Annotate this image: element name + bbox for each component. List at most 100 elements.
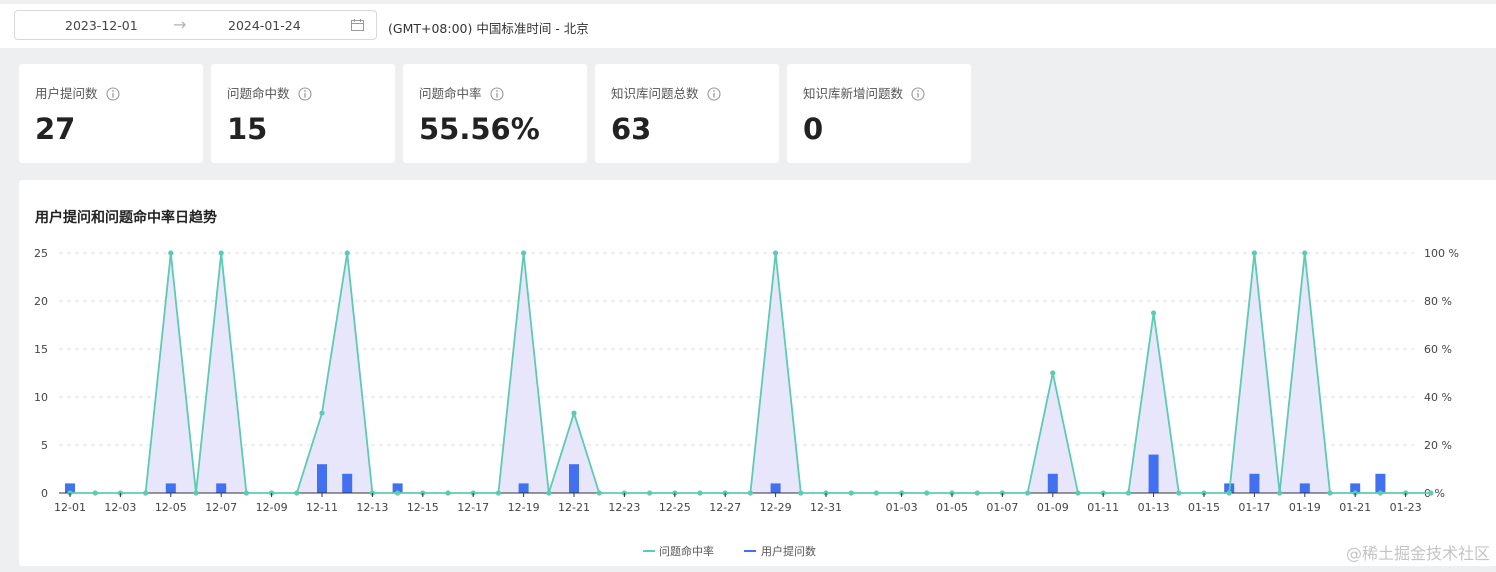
x-tick-label: 01-21 bbox=[1339, 501, 1371, 514]
hit-rate-point bbox=[218, 250, 224, 256]
hit-rate-point bbox=[1176, 490, 1182, 496]
hit-rate-point bbox=[445, 490, 451, 496]
hit-rate-line bbox=[70, 252, 1431, 494]
hit-rate-point bbox=[848, 490, 854, 496]
question-count-bar bbox=[1047, 473, 1058, 493]
y-right-tick-label: 60 % bbox=[1424, 343, 1452, 356]
x-tick-label: 01-11 bbox=[1087, 501, 1119, 514]
hit-rate-point bbox=[596, 490, 602, 496]
hit-rate-point bbox=[193, 490, 199, 496]
question-count-bar bbox=[569, 464, 579, 493]
y-left-tick-label: 5 bbox=[41, 439, 48, 452]
y-left-tick-label: 15 bbox=[34, 343, 48, 356]
stat-value: 27 bbox=[35, 112, 76, 146]
x-tick-label: 01-23 bbox=[1390, 501, 1422, 514]
question-count-bar bbox=[1375, 473, 1386, 493]
x-tick-label: 12-27 bbox=[709, 501, 741, 514]
info-icon[interactable] bbox=[489, 87, 504, 101]
hit-rate-point bbox=[168, 250, 174, 256]
hit-rate-point bbox=[873, 490, 880, 496]
y-left-tick-label: 10 bbox=[34, 391, 48, 404]
stat-label: 知识库问题总数 bbox=[611, 86, 699, 101]
hit-rate-point bbox=[344, 250, 350, 256]
hit-rate-point bbox=[495, 490, 501, 496]
x-tick-label: 01-13 bbox=[1138, 501, 1170, 514]
trend-chart: 05101520250 %20 %40 %60 %80 %100 %12-01 1… bbox=[34, 247, 1459, 558]
x-tick-label: 12-13 bbox=[356, 501, 388, 514]
start-date[interactable]: 2023-12-01 bbox=[65, 18, 138, 33]
x-tick-label: 12-15 bbox=[407, 501, 439, 514]
arrow-right-icon: → bbox=[173, 15, 187, 34]
x-tick-label: 12-17 bbox=[457, 501, 489, 514]
hit-rate-point bbox=[1025, 490, 1031, 496]
hit-rate-point bbox=[798, 490, 804, 496]
x-tick-label: 01-09 bbox=[1037, 501, 1069, 514]
date-range-picker[interactable]: 2023-12-01 → 2024-01-24 bbox=[14, 10, 377, 40]
stat-value: 55.56% bbox=[419, 112, 540, 146]
question-count-bar bbox=[317, 464, 327, 493]
hit-rate-point bbox=[1151, 310, 1157, 316]
x-tick-label: 12-29 bbox=[760, 501, 792, 514]
info-icon[interactable] bbox=[105, 87, 120, 101]
hit-rate-point bbox=[294, 490, 300, 496]
hit-rate-point bbox=[697, 490, 703, 496]
y-left-tick-label: 20 bbox=[34, 295, 48, 308]
info-icon[interactable] bbox=[911, 87, 925, 101]
hit-rate-point bbox=[1302, 250, 1308, 256]
hit-rate-point bbox=[647, 490, 653, 496]
x-tick-label: 12-11 bbox=[306, 501, 338, 514]
end-date[interactable]: 2024-01-24 bbox=[228, 18, 301, 33]
hit-rate-area bbox=[70, 253, 1431, 493]
hit-rate-point bbox=[1075, 490, 1081, 496]
x-tick-label: 01-07 bbox=[986, 501, 1018, 514]
calendar-icon[interactable] bbox=[351, 19, 364, 31]
stat-card-hit-rate: 问题命中率 55.56% bbox=[403, 64, 587, 163]
x-tick-label: 01-15 bbox=[1188, 501, 1220, 514]
stat-value: 15 bbox=[227, 112, 268, 146]
trend-chart-panel: 用户提问和问题命中率日趋势 0 5 10 15 20 25 0 % 20 % 40 % 60 % 8… bbox=[19, 180, 1496, 566]
hit-rate-point bbox=[521, 250, 527, 256]
hit-rate-point bbox=[1050, 370, 1056, 376]
hit-rate-point bbox=[243, 490, 249, 496]
x-tick-label: 12-01 bbox=[54, 501, 86, 514]
y-left-tick-label: 25 bbox=[34, 247, 48, 260]
hit-rate-point bbox=[747, 490, 754, 496]
legend-question-count-label: 用户提问数 bbox=[761, 544, 816, 558]
y-right-tick-label: 100 % bbox=[1424, 247, 1459, 260]
question-count-bar bbox=[342, 473, 353, 493]
y-right-tick-label: 20 % bbox=[1424, 439, 1452, 452]
hit-rate-point bbox=[1277, 490, 1283, 496]
stat-value: 63 bbox=[611, 112, 652, 146]
x-tick-label: 01-17 bbox=[1238, 501, 1270, 514]
hit-rate-point bbox=[1251, 250, 1257, 256]
hit-rate-point bbox=[395, 490, 401, 496]
x-tick-label: 12-19 bbox=[508, 501, 540, 514]
hit-rate-point bbox=[974, 490, 980, 496]
info-icon[interactable] bbox=[706, 87, 721, 101]
hit-rate-point bbox=[924, 490, 930, 496]
stat-value: 0 bbox=[803, 112, 824, 146]
stat-card-user-questions: 用户提问数 27 bbox=[19, 64, 203, 163]
x-tick-label: 12-09 bbox=[256, 501, 288, 514]
question-count-bar bbox=[1249, 473, 1260, 493]
stat-card-question-hits: 问题命中数 15 bbox=[211, 64, 395, 163]
hit-rate-point bbox=[571, 410, 577, 416]
timezone-label[interactable]: (GMT+08:00) 中国标准时间 - 北京 bbox=[388, 18, 589, 37]
question-count-bar bbox=[165, 483, 176, 493]
question-count-bar bbox=[216, 483, 227, 493]
hit-rate-point bbox=[143, 490, 149, 496]
x-tick-label: 01-19 bbox=[1289, 501, 1321, 514]
hit-rate-point bbox=[92, 490, 98, 496]
stat-card-kb-total: 知识库问题总数 63 bbox=[595, 64, 779, 163]
stat-label: 问题命中率 bbox=[419, 86, 482, 101]
hit-rate-point bbox=[1428, 490, 1434, 496]
hit-rate-point bbox=[1327, 490, 1333, 496]
x-tick-label: 12-31 bbox=[810, 501, 842, 514]
info-icon[interactable] bbox=[297, 87, 312, 101]
stat-label: 知识库新增问题数 bbox=[803, 86, 904, 101]
hit-rate-point bbox=[1377, 490, 1383, 496]
hit-rate-point bbox=[1226, 490, 1232, 496]
legend-hit-rate-label: 问题命中率 bbox=[659, 544, 714, 558]
hit-rate-point bbox=[546, 490, 552, 496]
filter-bar: 2023-12-01 → 2024-01-24 (GMT+08:00) 中国标准… bbox=[0, 0, 1496, 48]
